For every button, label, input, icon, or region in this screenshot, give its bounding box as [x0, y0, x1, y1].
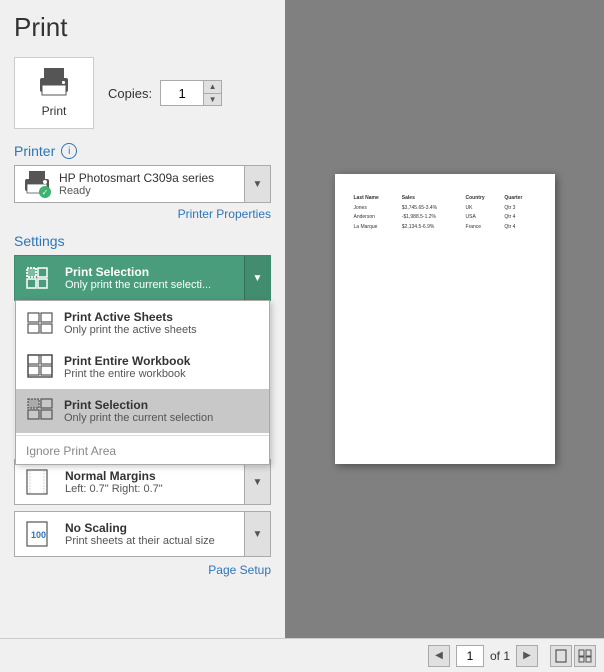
print-selection-icon — [15, 256, 59, 300]
printer-header: Printer i — [14, 143, 271, 159]
menu-separator — [16, 435, 269, 436]
preview-header-sales: Sales — [399, 194, 463, 204]
view-icons — [550, 645, 596, 667]
printer-info: HP Photosmart C309a series Ready — [59, 171, 214, 197]
entire-workbook-text: Print Entire Workbook Print the entire w… — [64, 354, 261, 380]
selection-grid-icon — [25, 266, 49, 290]
copies-input-wrapper: ▲ ▼ — [160, 80, 222, 106]
menu-print-selection[interactable]: Print Selection Only print the current s… — [16, 389, 269, 433]
preview-header-country: Country — [463, 194, 502, 204]
menu-selection-icon — [24, 395, 56, 427]
printer-select-content: ✓ HP Photosmart C309a series Ready — [15, 166, 244, 202]
printer-dropdown-arrow[interactable]: ▼ — [244, 166, 270, 202]
print-selection-title: Print Selection — [65, 265, 238, 279]
copies-up-button[interactable]: ▲ — [203, 81, 221, 94]
copies-input[interactable] — [161, 81, 203, 105]
preview-content: Last Name Sales Country Quarter Jones $3… — [351, 194, 539, 232]
multi-page-view-button[interactable] — [574, 645, 596, 667]
printer-status: Ready — [59, 185, 214, 197]
print-button[interactable]: Print — [14, 57, 94, 129]
of-text: of 1 — [490, 649, 510, 663]
active-sheets-desc: Only print the active sheets — [64, 324, 261, 336]
print-options-menu: Print Active Sheets Only print the activ… — [15, 300, 270, 465]
entire-workbook-desc: Print the entire workbook — [64, 368, 261, 380]
printer-status-badge: ✓ — [39, 186, 51, 198]
margins-title: Normal Margins — [65, 469, 238, 483]
print-selection-row: Print Selection Only print the current s… — [15, 256, 270, 300]
print-selection-arrow[interactable]: ▼ — [244, 256, 270, 300]
margins-arrow[interactable]: ▼ — [244, 460, 270, 504]
print-selection-desc: Only print the current selecti... — [65, 279, 238, 291]
settings-section: Settings Print Selectio — [14, 233, 271, 577]
preview-header-lastname: Last Name — [351, 194, 399, 204]
preview-page: Last Name Sales Country Quarter Jones $3… — [335, 174, 555, 464]
next-page-button[interactable]: ▶ — [516, 645, 538, 667]
scaling-text: No Scaling Print sheets at their actual … — [59, 512, 244, 556]
settings-section-title: Settings — [14, 233, 65, 249]
ignore-print-area[interactable]: Ignore Print Area — [16, 438, 269, 464]
menu-selection-text: Print Selection Only print the current s… — [64, 398, 261, 424]
bottom-nav: ◀ of 1 ▶ — [0, 638, 604, 672]
copies-row: Copies: ▲ ▼ — [108, 80, 222, 106]
printer-properties-link[interactable]: Printer Properties — [14, 207, 271, 221]
preview-row: Anderson -$1,988.5-1.2% USA Qtr 4 — [351, 213, 539, 223]
scaling-icon: 100 — [15, 512, 59, 556]
copies-spinner: ▲ ▼ — [203, 81, 221, 105]
scaling-dropdown[interactable]: 100 No Scaling Print sheets at their act… — [14, 511, 271, 557]
single-page-view-button[interactable] — [550, 645, 572, 667]
page-title: Print — [14, 12, 271, 43]
print-button-label: Print — [42, 104, 67, 118]
preview-row: La Marque $2,134.5-6.9% France Qtr 4 — [351, 223, 539, 233]
print-area: Print Copies: ▲ ▼ — [14, 57, 271, 129]
entire-workbook-title: Print Entire Workbook — [64, 354, 261, 368]
multi-page-icon — [578, 649, 592, 663]
margins-dropdown[interactable]: Normal Margins Left: 0.7" Right: 0.7" ▼ — [14, 459, 271, 505]
scaling-row: 100 No Scaling Print sheets at their act… — [15, 512, 270, 556]
prev-page-button[interactable]: ◀ — [428, 645, 450, 667]
preview-table: Last Name Sales Country Quarter Jones $3… — [351, 194, 539, 232]
printer-name: HP Photosmart C309a series — [59, 171, 214, 185]
page-setup-link[interactable]: Page Setup — [14, 563, 271, 577]
printer-info-icon[interactable]: i — [61, 143, 77, 159]
printer-icon — [36, 68, 72, 98]
menu-active-sheets[interactable]: Print Active Sheets Only print the activ… — [16, 301, 269, 345]
menu-selection-desc: Only print the current selection — [64, 412, 261, 424]
menu-selection-title: Print Selection — [64, 398, 261, 412]
copies-label: Copies: — [108, 86, 152, 101]
margins-text: Normal Margins Left: 0.7" Right: 0.7" — [59, 460, 244, 504]
margins-row: Normal Margins Left: 0.7" Right: 0.7" ▼ — [15, 460, 270, 504]
copies-down-button[interactable]: ▼ — [203, 94, 221, 106]
scaling-desc: Print sheets at their actual size — [65, 535, 238, 547]
entire-workbook-icon — [24, 351, 56, 383]
printer-section-title: Printer — [14, 143, 55, 159]
left-panel: Print Print Copies: ▲ ▼ — [0, 0, 285, 638]
active-sheets-icon — [24, 307, 56, 339]
active-sheets-title: Print Active Sheets — [64, 310, 261, 324]
preview-row: Jones $3,745.65-3.4% UK Qtr 3 — [351, 204, 539, 214]
margins-desc: Left: 0.7" Right: 0.7" — [65, 483, 238, 495]
scaling-title: No Scaling — [65, 521, 238, 535]
print-selection-text: Print Selection Only print the current s… — [59, 256, 244, 300]
scaling-arrow[interactable]: ▼ — [244, 512, 270, 556]
scaling-page-icon: 100 — [24, 520, 50, 548]
active-sheets-text: Print Active Sheets Only print the activ… — [64, 310, 261, 336]
margins-page-icon — [24, 468, 50, 496]
preview-panel: Last Name Sales Country Quarter Jones $3… — [285, 0, 604, 638]
settings-header: Settings — [14, 233, 271, 249]
print-selection-dropdown[interactable]: Print Selection Only print the current s… — [14, 255, 271, 301]
printer-section: Printer i ✓ — [14, 143, 271, 221]
menu-entire-workbook[interactable]: Print Entire Workbook Print the entire w… — [16, 345, 269, 389]
svg-text:100: 100 — [31, 530, 46, 540]
printer-selector[interactable]: ✓ HP Photosmart C309a series Ready ▼ — [14, 165, 271, 203]
page-number-input[interactable] — [456, 645, 484, 667]
printer-icon-wrapper: ✓ — [23, 170, 51, 198]
preview-header-quarter: Quarter — [501, 194, 538, 204]
margins-icon — [15, 460, 59, 504]
single-page-icon — [554, 649, 568, 663]
